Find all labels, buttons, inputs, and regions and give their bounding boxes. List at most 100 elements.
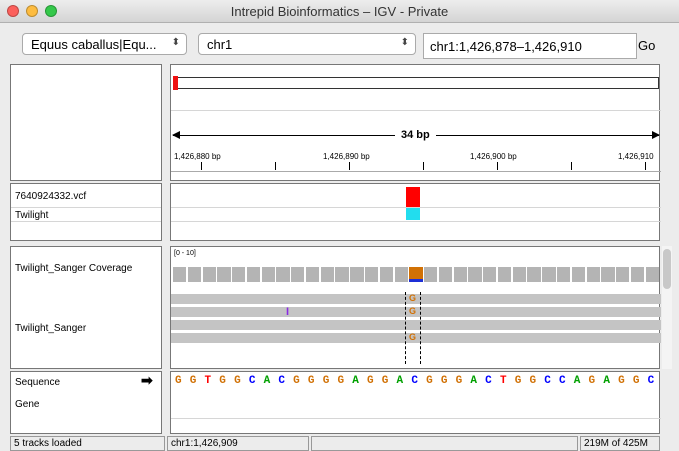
coverage-bar[interactable] [320,267,334,282]
coverage-bar[interactable] [232,267,246,282]
sequence-base: G [189,375,197,387]
sequence-base: G [219,375,226,387]
vcf-track-name[interactable]: 7640924332.vcf [15,191,86,202]
coverage-track[interactable] [171,267,661,283]
alignment-track-name[interactable]: Twilight_Sanger [15,323,86,334]
go-button[interactable]: Go [638,33,664,59]
strand-arrow-icon[interactable]: ➡ [141,372,153,389]
insertion-marker-icon[interactable]: I [286,306,289,318]
read-row[interactable] [171,320,661,330]
chromosome-select[interactable]: chr1 ⬍ [198,33,416,55]
sequence-base: T [204,375,212,387]
coverage-bar[interactable] [379,267,394,282]
ruler-tick [349,162,350,170]
sample-track-name[interactable]: Twilight [15,210,48,221]
coverage-bar[interactable] [173,267,187,282]
sequence-base: C [248,375,256,387]
span-label: 34 bp [395,129,436,141]
sequence-base: G [175,375,182,387]
genotype-call[interactable] [406,208,420,220]
sequence-base: C [411,375,418,387]
coverage-bar[interactable] [305,267,320,282]
sequence-base: G [618,375,625,387]
genome-select[interactable]: Equus caballus|Equ... ⬍ [22,33,187,55]
status-tracks-loaded: 5 tracks loaded [10,436,165,451]
coverage-bar[interactable] [630,267,645,282]
coverage-bar[interactable] [202,267,216,282]
ruler-tick [275,162,276,170]
gene-track-name[interactable]: Gene [15,399,39,410]
select-arrows-icon: ⬍ [171,37,180,48]
ruler-tick-label: 1,426,910 [618,152,654,161]
center-line-left [405,292,406,364]
sequence-base: A [396,375,404,387]
locus-search-input[interactable]: chr1:1,426,878–1,426,910 [423,33,637,59]
current-region-marker [173,76,178,90]
ruler-tick-label: 1,426,890 bp [323,152,370,161]
coverage-bar[interactable] [438,267,453,282]
coverage-bar[interactable] [557,267,571,282]
chromosome-select-label: chr1 [207,37,233,52]
mismatch-base[interactable]: G [409,306,416,316]
sequence-track[interactable]: GGTGGCACGGGGAGGACGGGACTGGCCAGAGGC [171,372,661,390]
vertical-scrollbar[interactable] [662,246,672,369]
coverage-bar[interactable] [409,267,423,279]
genome-select-label: Equus caballus|Equ... [31,37,157,52]
sequence-base: A [470,375,477,387]
status-memory: 219M of 425M [580,436,660,451]
coverage-bar[interactable] [453,267,467,282]
coverage-bar[interactable] [571,267,586,282]
mismatch-base[interactable]: G [409,293,416,303]
coverage-bar[interactable] [365,267,379,282]
coverage-bar[interactable] [483,267,497,282]
coverage-bar[interactable] [394,267,408,282]
feature-panel: GGTGGCACGGGGAGGACGGGACTGGCCAGAGGC [170,371,661,434]
coverage-bar[interactable] [542,267,556,282]
coverage-bar[interactable] [291,267,305,282]
coverage-bar[interactable] [350,267,364,282]
sequence-track-name[interactable]: Sequence [15,377,60,388]
sequence-base: G [307,375,315,387]
sequence-base: G [440,375,448,387]
sequence-base: A [573,375,581,387]
sequence-base: A [263,375,271,387]
coverage-bar[interactable] [527,267,541,282]
mismatch-base[interactable]: G [409,332,416,342]
sequence-base: G [588,375,596,387]
window-title: Intrepid Bioinformatics – IGV - Private [230,4,449,19]
sequence-base: C [544,375,551,387]
coverage-bar[interactable] [424,267,438,282]
ruler-tick [201,162,202,170]
sequence-base: G [381,375,389,387]
coverage-bar[interactable] [217,267,231,282]
coverage-bar[interactable] [261,267,275,282]
coverage-range-label: [0 - 10] [174,250,196,257]
coverage-bar-ref[interactable] [409,279,423,282]
coverage-bar[interactable] [276,267,290,282]
variant-site[interactable] [406,187,420,207]
ruler-name-panel [10,64,162,181]
span-right-arrow-icon [652,131,660,139]
ruler-tick [571,162,572,170]
coverage-bar[interactable] [497,267,512,282]
sequence-base: G [367,375,374,387]
coverage-bar[interactable] [187,267,202,282]
scrollbar-thumb[interactable] [663,249,671,289]
coverage-track-name[interactable]: Twilight_Sanger Coverage [15,263,132,274]
coverage-bar[interactable] [616,267,630,282]
vcf-name-panel: 7640924332.vcf Twilight [10,183,162,241]
status-message [311,436,578,451]
title-bar: Intrepid Bioinformatics – IGV - Private [0,0,679,23]
coverage-bar[interactable] [246,267,261,282]
sequence-base: G [426,375,433,387]
ruler-tick-label: 1,426,880 bp [174,152,221,161]
alignment-panel: [0 - 10] I G G G [170,246,661,369]
coverage-bar[interactable] [601,267,615,282]
chromosome-ideogram[interactable] [173,77,659,89]
coverage-bar[interactable] [586,267,600,282]
span-left-arrow-icon [172,131,180,139]
coverage-bar[interactable] [335,267,349,282]
coverage-bar[interactable] [645,267,659,282]
coverage-bar[interactable] [512,267,526,282]
coverage-bar[interactable] [468,267,482,282]
